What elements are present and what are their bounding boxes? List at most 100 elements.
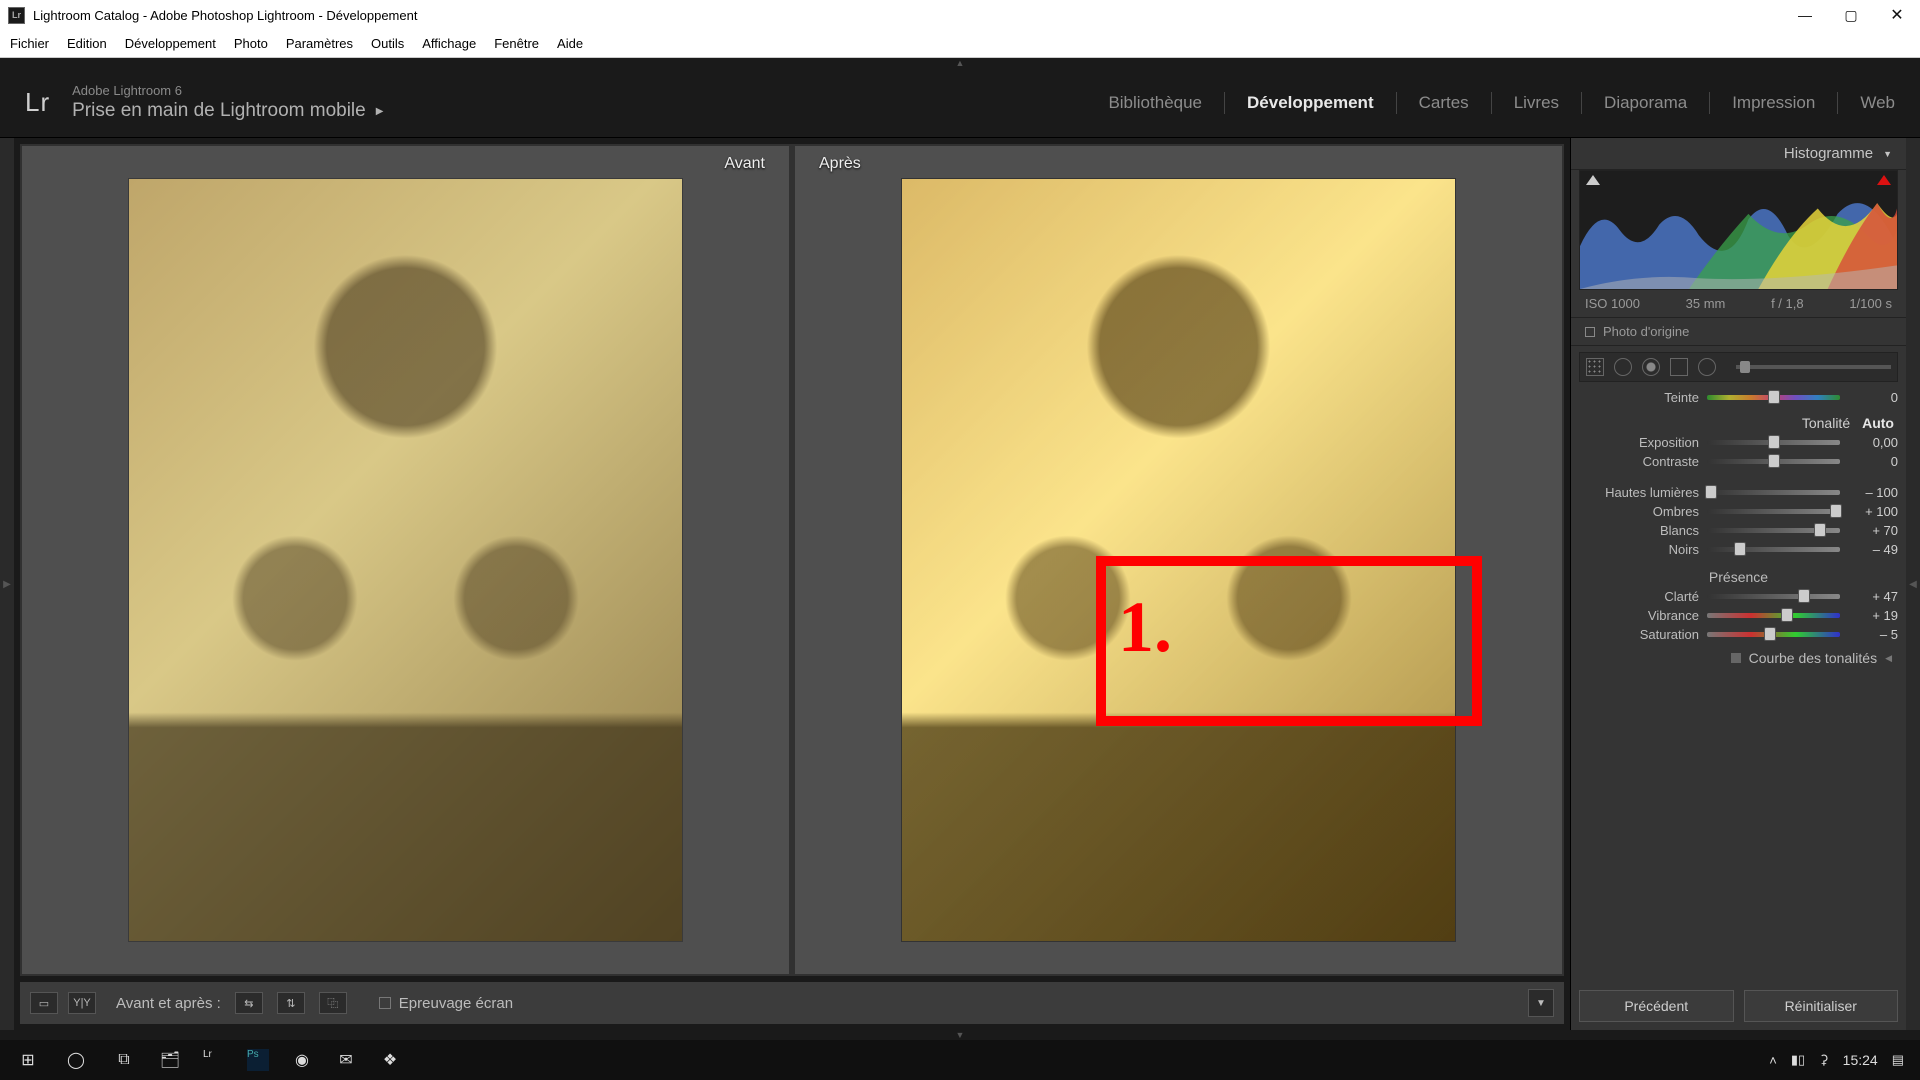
module-map[interactable]: Cartes — [1419, 93, 1469, 113]
menu-params[interactable]: Paramètres — [286, 36, 353, 51]
module-web[interactable]: Web — [1860, 93, 1895, 113]
cortana-button[interactable]: ◯ — [54, 1040, 98, 1080]
basic-panel: Teinte 0 Tonalité Auto Exposition 0,00 C… — [1571, 382, 1906, 982]
noirs-slider[interactable]: Noirs – 49 — [1579, 542, 1898, 557]
exif-row: ISO 1000 35 mm f / 1,8 1/100 s — [1571, 290, 1906, 317]
teinte-slider[interactable]: Teinte 0 — [1579, 390, 1898, 405]
photoshop-taskbar-icon[interactable]: Ps — [238, 1040, 278, 1080]
preview-area: Avant Après — [20, 144, 1564, 976]
crop-tool[interactable] — [1586, 358, 1604, 376]
window-titlebar: Lr Lightroom Catalog - Adobe Photoshop L… — [0, 0, 1920, 30]
reset-button[interactable]: Réinitialiser — [1744, 990, 1899, 1022]
menu-window[interactable]: Fenêtre — [494, 36, 539, 51]
start-button[interactable]: ⊞ — [6, 1040, 50, 1080]
lightroom-app: ▲ Lr Adobe Lightroom 6 Prise en main de … — [0, 58, 1920, 1040]
radial-filter-tool[interactable] — [1698, 358, 1716, 376]
battery-icon[interactable]: ▮▯ — [1791, 1052, 1805, 1068]
previous-button[interactable]: Précédent — [1579, 990, 1734, 1022]
menu-view[interactable]: Affichage — [422, 36, 476, 51]
menu-file[interactable]: Fichier — [10, 36, 49, 51]
top-panel-toggle[interactable]: ▲ — [0, 58, 1920, 68]
tone-curve-header[interactable]: Courbe des tonalités ◀ — [1579, 646, 1898, 670]
secondary-toolbar: ▭ Y|Y Avant et après : ⇆ ⇅ ⿻ Epreuvage é… — [20, 982, 1564, 1024]
action-center-icon[interactable]: ▤ — [1892, 1052, 1904, 1068]
original-photo-label: Photo d'origine — [1603, 324, 1689, 339]
original-photo-checkbox[interactable] — [1585, 327, 1595, 337]
presence-heading: Présence — [1579, 569, 1898, 585]
shadow-clipping-icon[interactable] — [1586, 175, 1600, 185]
panel-switch-icon[interactable] — [1731, 653, 1741, 663]
exif-shutter: 1/100 s — [1849, 296, 1892, 311]
module-book[interactable]: Livres — [1514, 93, 1559, 113]
blancs-slider[interactable]: Blancs + 70 — [1579, 523, 1898, 538]
menu-edition[interactable]: Edition — [67, 36, 107, 51]
histogram-header[interactable]: Histogramme ▼ — [1571, 138, 1906, 170]
minimize-button[interactable]: — — [1782, 0, 1828, 30]
compare-vertical-button[interactable]: ⇅ — [277, 992, 305, 1014]
play-icon[interactable]: ▶ — [376, 106, 384, 117]
develop-footer-actions: Précédent Réinitialiser — [1571, 982, 1906, 1030]
wifi-icon[interactable]: ⚳ — [1819, 1052, 1829, 1068]
exif-aperture: f / 1,8 — [1771, 296, 1804, 311]
menu-bar: Fichier Edition Développement Photo Para… — [0, 30, 1920, 58]
taskbar-clock[interactable]: 15:24 — [1843, 1052, 1878, 1068]
before-after-view-button[interactable]: Y|Y — [68, 992, 96, 1014]
explorer-icon[interactable]: 🗂 — [150, 1040, 190, 1080]
left-panel-toggle[interactable]: ▶ — [0, 138, 14, 1030]
before-canvas[interactable]: Avant — [22, 146, 789, 974]
vibrance-slider[interactable]: Vibrance + 19 — [1579, 608, 1898, 623]
filmstrip-toggle[interactable]: ▼ — [0, 1030, 1920, 1040]
chevron-left-icon: ◀ — [1885, 653, 1892, 664]
maximize-button[interactable]: ▢ — [1828, 0, 1874, 30]
lightroom-taskbar-icon[interactable]: Lr — [194, 1040, 234, 1080]
menu-photo[interactable]: Photo — [234, 36, 268, 51]
menu-develop[interactable]: Développement — [125, 36, 216, 51]
module-picker-bar: Lr Adobe Lightroom 6 Prise en main de Li… — [0, 68, 1920, 138]
saturation-slider[interactable]: Saturation – 5 — [1579, 627, 1898, 642]
after-label: Après — [801, 152, 879, 176]
hautes-lumieres-slider[interactable]: Hautes lumières – 100 — [1579, 485, 1898, 500]
module-library[interactable]: Bibliothèque — [1108, 93, 1202, 113]
redeye-tool[interactable] — [1642, 358, 1660, 376]
contraste-slider[interactable]: Contraste 0 — [1579, 454, 1898, 469]
module-develop[interactable]: Développement — [1247, 93, 1374, 113]
loupe-view-button[interactable]: ▭ — [30, 992, 58, 1014]
tone-curve-label: Courbe des tonalités — [1749, 650, 1877, 666]
module-print[interactable]: Impression — [1732, 93, 1815, 113]
app-icon: Lr — [8, 7, 25, 24]
mail-icon[interactable]: ✉ — [326, 1040, 366, 1080]
menu-help[interactable]: Aide — [557, 36, 583, 51]
tonalite-label: Tonalité — [1802, 415, 1850, 431]
brush-size-slider[interactable] — [1736, 365, 1891, 369]
clarte-slider[interactable]: Clarté + 47 — [1579, 589, 1898, 604]
right-panel-toggle[interactable]: ◀ — [1906, 138, 1920, 1030]
menu-tools[interactable]: Outils — [371, 36, 404, 51]
before-label: Avant — [706, 152, 783, 176]
chrome-icon[interactable]: ◉ — [282, 1040, 322, 1080]
exif-iso: ISO 1000 — [1585, 296, 1640, 311]
misc-app-icon[interactable]: ❖ — [370, 1040, 410, 1080]
before-photo — [129, 179, 681, 941]
soft-proofing-label: Epreuvage écran — [399, 995, 513, 1012]
module-tabs: Bibliothèque Développement Cartes Livres… — [1108, 92, 1895, 114]
window-title: Lightroom Catalog - Adobe Photoshop Ligh… — [33, 8, 417, 23]
after-canvas[interactable]: Après — [795, 146, 1562, 974]
copy-settings-button[interactable]: ⿻ — [319, 992, 347, 1014]
module-slideshow[interactable]: Diaporama — [1604, 93, 1687, 113]
local-tools-strip — [1579, 352, 1898, 382]
exposition-slider[interactable]: Exposition 0,00 — [1579, 435, 1898, 450]
identity-subtitle[interactable]: Prise en main de Lightroom mobile — [72, 100, 366, 122]
compare-horizontal-button[interactable]: ⇆ — [235, 992, 263, 1014]
soft-proofing-checkbox[interactable] — [379, 997, 391, 1009]
highlight-clipping-icon[interactable] — [1877, 175, 1891, 185]
tray-chevron-icon[interactable]: ˄ — [1769, 1053, 1777, 1068]
histogram[interactable] — [1579, 170, 1898, 290]
close-button[interactable]: ✕ — [1874, 0, 1920, 30]
auto-tone-button[interactable]: Auto — [1862, 415, 1894, 431]
task-view-button[interactable]: ⧉ — [102, 1040, 146, 1080]
toolbar-options-dropdown[interactable]: ▼ — [1528, 989, 1554, 1017]
spot-removal-tool[interactable] — [1614, 358, 1632, 376]
ombres-slider[interactable]: Ombres + 100 — [1579, 504, 1898, 519]
graduated-filter-tool[interactable] — [1670, 358, 1688, 376]
lightroom-logo: Lr — [25, 87, 50, 118]
